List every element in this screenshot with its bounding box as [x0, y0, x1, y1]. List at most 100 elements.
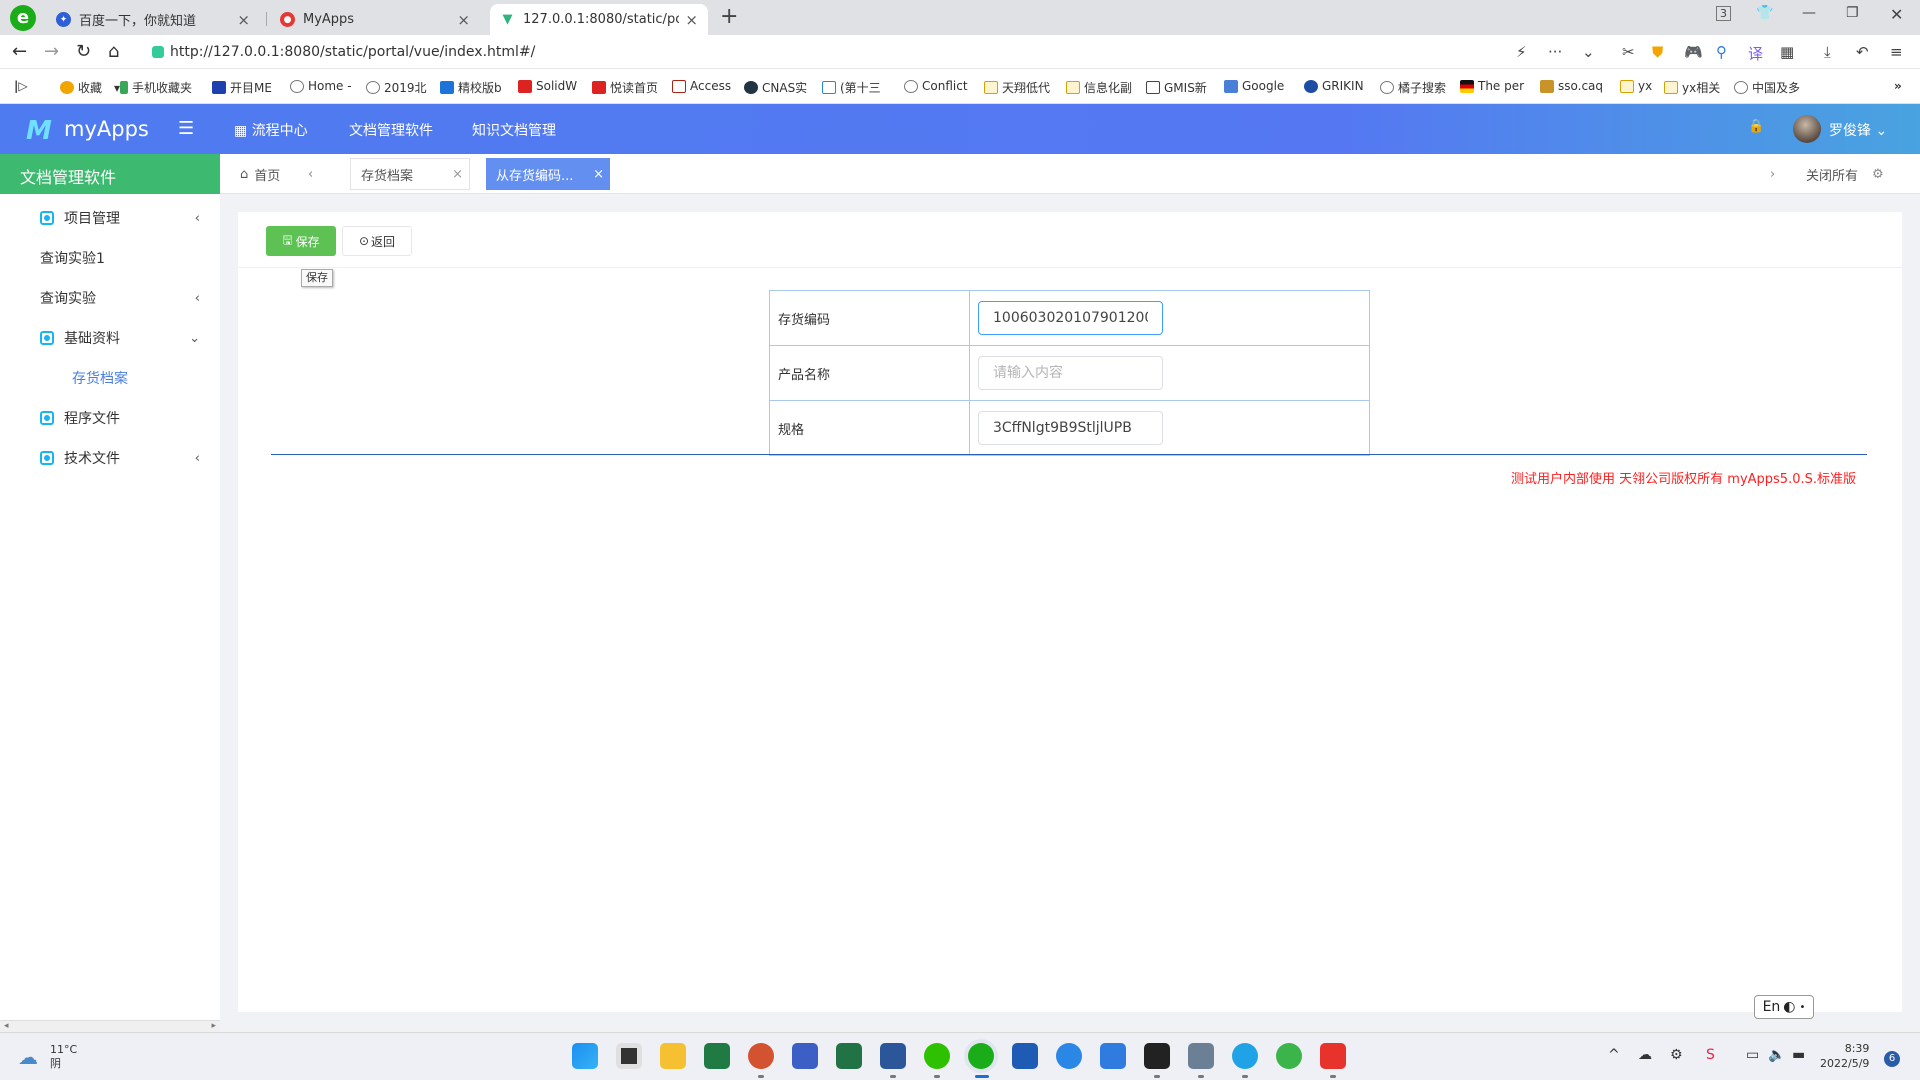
browser-logo-icon[interactable]: e [10, 5, 36, 31]
sidebar-item-project[interactable]: 项目管理 ‹ [0, 198, 220, 238]
powerpoint-icon[interactable] [748, 1043, 774, 1069]
bookmark-item[interactable]: 悦读首页 [592, 79, 658, 96]
gamepad-icon[interactable]: 🎮 [1684, 43, 1703, 61]
onedrive-cloud-icon[interactable]: ☁ [1638, 1047, 1652, 1063]
ime-indicator[interactable]: En ◐ • [1754, 995, 1814, 1019]
bookmark-item[interactable]: (第十三 [822, 79, 881, 96]
app-circle-icon[interactable] [1056, 1043, 1082, 1069]
scroll-right-icon[interactable]: ▸ [211, 1021, 216, 1031]
save-button[interactable]: 🖫 保存 [266, 226, 336, 256]
sidebar-item-inventory[interactable]: 存货档案 [0, 358, 220, 398]
terminal-icon[interactable] [1144, 1043, 1170, 1069]
bookmark-item[interactable]: Conflict [904, 79, 968, 93]
back-button[interactable]: ⊙ 返回 [342, 226, 412, 256]
avatar[interactable] [1793, 115, 1821, 143]
search-app-icon[interactable] [1232, 1043, 1258, 1069]
word-icon[interactable] [880, 1043, 906, 1069]
close-icon[interactable]: × [685, 11, 698, 29]
file-explorer-icon[interactable] [660, 1043, 686, 1069]
product-name-input[interactable] [978, 356, 1163, 390]
bookmark-item[interactable]: GRIKIN [1304, 79, 1364, 93]
chevron-down-icon[interactable]: ⌄ [1582, 43, 1595, 61]
bookmark-item[interactable]: sso.caq [1540, 79, 1603, 93]
sidebar-item-query1[interactable]: 查询实验1 [0, 238, 220, 278]
network-icon[interactable]: ▭ [1746, 1047, 1759, 1063]
green-app-icon[interactable] [1276, 1043, 1302, 1069]
visio-icon[interactable] [792, 1043, 818, 1069]
close-icon[interactable]: × [452, 167, 463, 182]
scroll-left-icon[interactable]: ◂ [4, 1021, 9, 1031]
sidebar-item-program-files[interactable]: 程序文件 [0, 398, 220, 438]
nav-knowledge-doc[interactable]: 知识文档管理 [472, 120, 556, 140]
sidebar-scrollbar[interactable]: ◂ ▸ [0, 1020, 220, 1032]
bookmark-item[interactable]: SolidW [518, 79, 577, 93]
user-menu[interactable]: 罗俊锋 ⌄ [1829, 120, 1887, 140]
project-icon[interactable] [836, 1043, 862, 1069]
close-icon[interactable]: × [237, 11, 250, 29]
close-window-icon[interactable]: ✕ [1890, 5, 1903, 24]
search-icon[interactable]: ⚲ [1716, 43, 1727, 61]
bookmark-item[interactable]: Access [672, 79, 731, 93]
bookmark-item[interactable]: 精校版b [440, 79, 502, 96]
undo-icon[interactable]: ↶ [1856, 43, 1869, 61]
clock[interactable]: 8:39 2022/5/9 [1820, 1041, 1869, 1071]
back-arrow-icon[interactable]: ← [12, 41, 27, 62]
wps-icon[interactable]: S [1706, 1047, 1715, 1063]
browser-tab-active[interactable]: ▼ 127.0.0.1:8080/static/portal/ × [490, 4, 708, 35]
bookmark-item[interactable]: 天翔低代 [984, 79, 1050, 96]
snipping-icon[interactable] [1320, 1043, 1346, 1069]
tag-scroll-left-icon[interactable]: ‹ [308, 158, 313, 190]
browser-e-icon[interactable] [968, 1043, 994, 1069]
apps-grid-icon[interactable]: ▦ [1780, 43, 1794, 61]
battery-icon[interactable]: ▬ [1792, 1047, 1805, 1063]
weather-widget[interactable]: 11°C 阴 [50, 1043, 77, 1071]
lightning-icon[interactable]: ⚡ [1516, 43, 1527, 61]
tray-chevron-up-icon[interactable]: ^ [1608, 1047, 1620, 1063]
volume-icon[interactable]: 🔈 [1768, 1047, 1785, 1063]
tag-scroll-right-icon[interactable]: › [1770, 158, 1775, 190]
sidebar-toggle-icon[interactable]: |▷ [14, 79, 28, 93]
settings-gear-icon[interactable]: ⚙ [1872, 167, 1884, 182]
close-icon[interactable]: × [593, 167, 604, 182]
task-view-icon[interactable] [616, 1043, 642, 1069]
tag-active[interactable]: 从存货编码... × [486, 158, 610, 190]
tag-home[interactable]: ⌂ 首页 [240, 158, 280, 190]
browser-tab-baidu[interactable]: ✦ 百度一下，你就知道 × [46, 4, 260, 35]
close-icon[interactable]: × [457, 11, 470, 29]
bookmark-item[interactable]: 信息化副 [1066, 79, 1132, 96]
forward-arrow-icon[interactable]: → [44, 41, 59, 62]
reload-icon[interactable]: ↻ [76, 41, 91, 62]
tag-inventory[interactable]: 存货档案 × [350, 158, 470, 190]
notification-badge[interactable]: 6 [1884, 1051, 1900, 1067]
shield-icon[interactable]: ⛊ [1652, 43, 1663, 61]
wechat-icon[interactable] [924, 1043, 950, 1069]
browser-tab-myapps[interactable]: ● MyApps × [270, 4, 480, 35]
bookmark-item[interactable]: CNAS实 [744, 79, 807, 96]
spec-input[interactable] [978, 411, 1163, 445]
excel-icon[interactable] [704, 1043, 730, 1069]
bookmark-item[interactable]: yx [1620, 79, 1652, 93]
nav-flow-center[interactable]: ▦ 流程中心 [234, 120, 308, 140]
minimize-icon[interactable]: — [1802, 5, 1816, 21]
close-all-button[interactable]: 关闭所有 ⚙ [1806, 158, 1884, 190]
translate-icon[interactable]: 译 [1748, 43, 1763, 64]
bookmark-item[interactable]: yx相关 [1664, 79, 1720, 96]
url-field[interactable]: http://127.0.0.1:8080/static/portal/vue/… [140, 40, 1590, 64]
shirt-skin-icon[interactable]: 👕 [1756, 5, 1773, 21]
more-bookmarks-icon[interactable]: » [1894, 79, 1902, 93]
restore-icon[interactable]: ❐ [1846, 5, 1859, 21]
bookmark-item[interactable]: 开目ME [212, 79, 272, 96]
sidebar-item-basic-data[interactable]: 基础资料 ⌄ [0, 318, 220, 358]
nav-doc-software[interactable]: 文档管理软件 [349, 120, 433, 140]
home-icon[interactable]: ⌂ [108, 41, 119, 62]
bookmark-item[interactable]: 中国及多 [1734, 79, 1800, 96]
tab-counter-badge[interactable]: 3 [1716, 6, 1731, 21]
more-dots-icon[interactable]: ··· [1548, 43, 1562, 61]
scissors-icon[interactable]: ✂ [1622, 43, 1635, 61]
remote-desktop-icon[interactable] [1188, 1043, 1214, 1069]
sidebar-item-tech-files[interactable]: 技术文件 ‹ [0, 438, 220, 478]
dingtalk-icon[interactable] [1100, 1043, 1126, 1069]
cloud-icon[interactable]: ☁ [18, 1045, 38, 1069]
bookmark-item[interactable]: 2019北 [366, 79, 427, 96]
bookmark-item[interactable]: 橘子搜索 [1380, 79, 1446, 96]
